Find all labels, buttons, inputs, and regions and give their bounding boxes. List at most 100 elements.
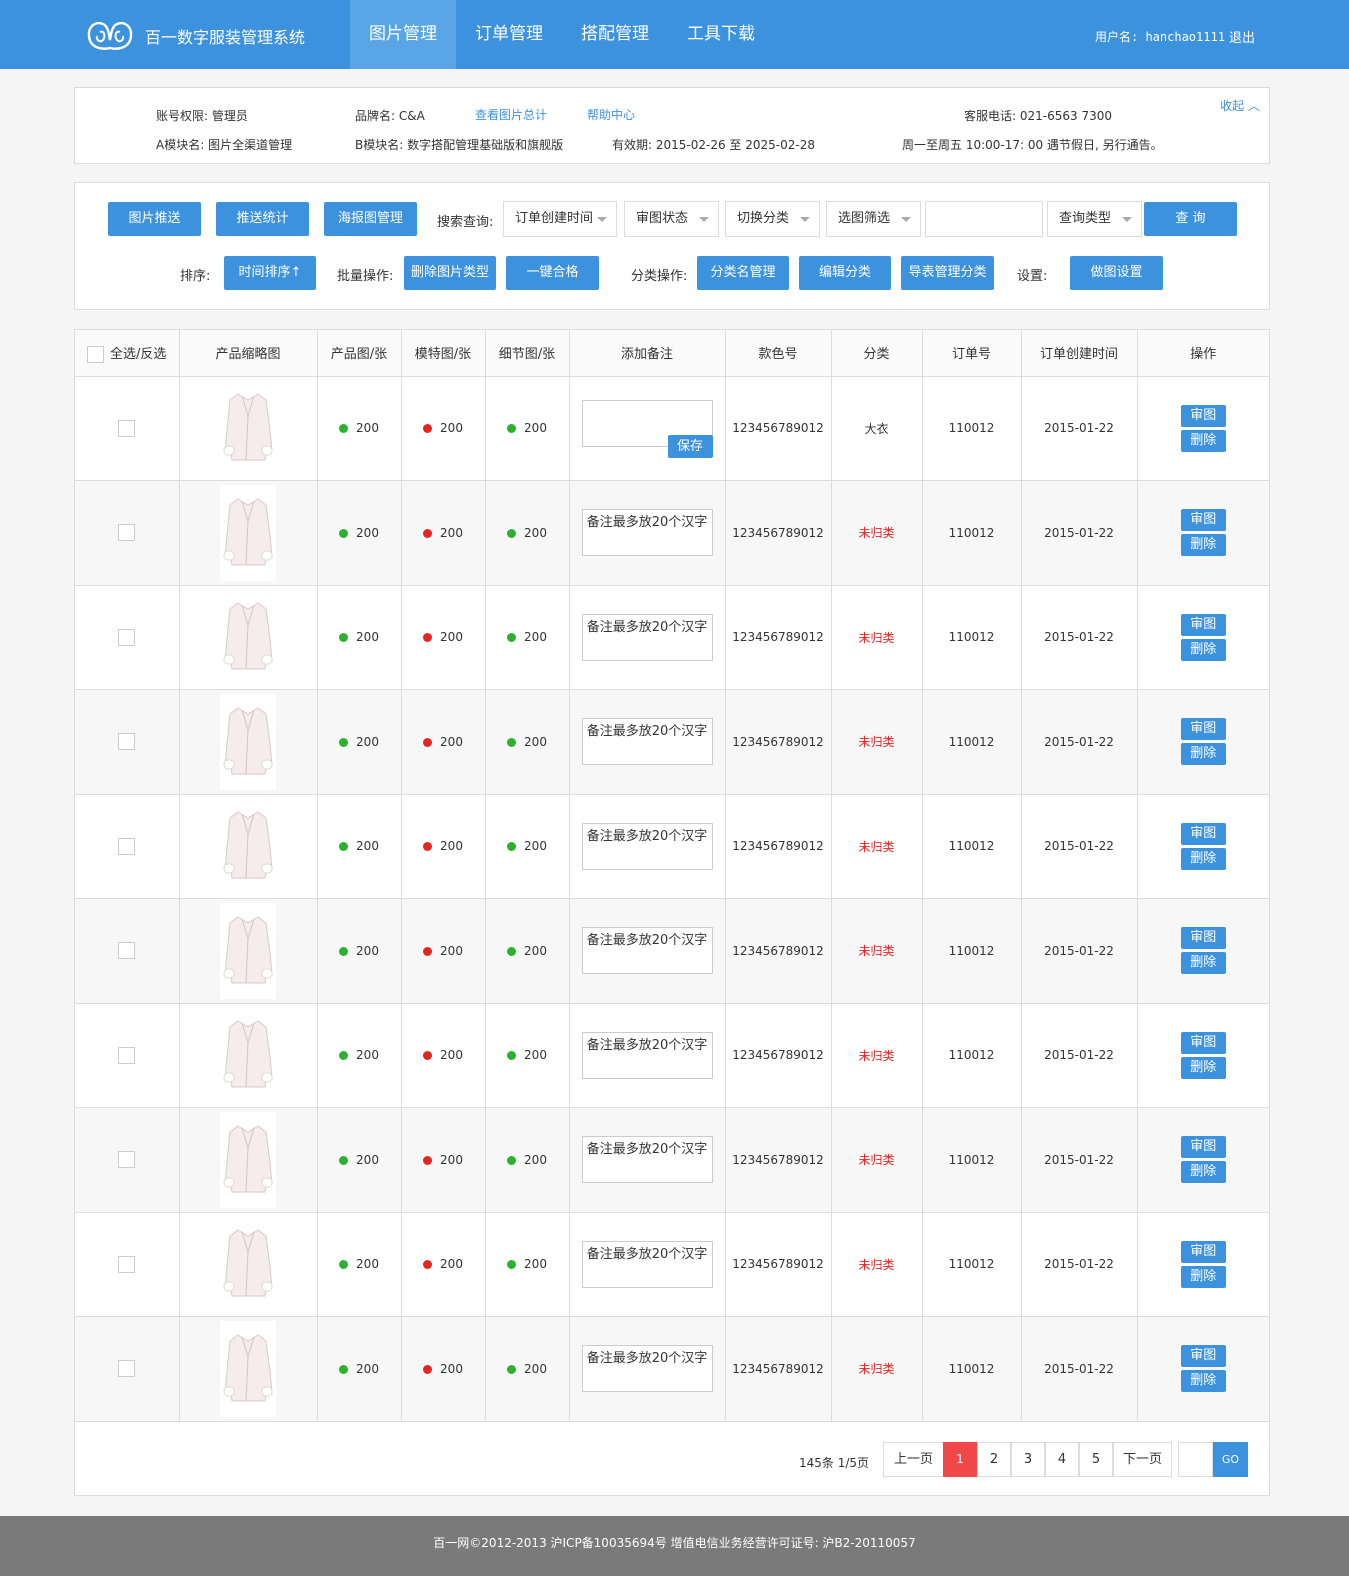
delete-button[interactable]: 删除 (1180, 847, 1226, 870)
help-center-link[interactable]: 帮助中心 (587, 106, 635, 123)
edit-category-button[interactable]: 编辑分类 (799, 256, 891, 290)
select-all-header[interactable]: 全选/反选 (75, 330, 180, 377)
model-count-cell: 200 (401, 689, 486, 795)
go-button[interactable]: GO (1213, 1442, 1248, 1477)
product-count-cell: 200 (317, 480, 402, 586)
query-button[interactable]: 查 询 (1144, 202, 1237, 236)
product-count-cell: 200 (317, 376, 402, 481)
order-date-cell: 2015-01-22 (1021, 1003, 1138, 1108)
delete-button[interactable]: 删除 (1180, 429, 1226, 452)
product-thumbnail[interactable] (220, 693, 276, 790)
review-button[interactable]: 审图 (1180, 822, 1226, 845)
model-count-cell: 200 (401, 376, 486, 481)
delete-button[interactable]: 删除 (1180, 1265, 1226, 1288)
note-input[interactable]: 备注最多放20个汉字 (581, 927, 713, 975)
delete-button[interactable]: 删除 (1180, 638, 1226, 661)
switch-category-select[interactable]: 切换分类 (725, 201, 820, 237)
collapse-button[interactable]: 收起 ︿ (1220, 97, 1260, 114)
row-checkbox[interactable] (118, 837, 136, 855)
nav-tool-download[interactable]: 工具下载 (668, 0, 774, 69)
note-input[interactable]: 保存 (581, 400, 713, 459)
page-jump-input[interactable] (1178, 1442, 1213, 1477)
note-input[interactable]: 备注最多放20个汉字 (581, 509, 713, 557)
next-page-button[interactable]: 下一页 (1113, 1442, 1172, 1477)
save-note-button[interactable]: 保存 (667, 435, 713, 459)
top-header: 百一数字服装管理系统 图片管理 订单管理 搭配管理 工具下载 用户名: hanc… (0, 0, 1349, 69)
review-status-select[interactable]: 审图状态 (624, 201, 719, 237)
order-time-select[interactable]: 订单创建时间 (503, 201, 617, 237)
prev-page-button[interactable]: 上一页 (883, 1442, 944, 1477)
delete-button[interactable]: 删除 (1180, 534, 1226, 557)
page-1-button[interactable]: 1 (943, 1442, 977, 1477)
note-input[interactable]: 备注最多放20个汉字 (581, 1240, 713, 1288)
status-dot-green-icon (339, 1155, 349, 1165)
push-stats-button[interactable]: 推送统计 (216, 202, 309, 236)
search-input[interactable] (925, 201, 1043, 237)
product-thumbnail[interactable] (220, 1320, 276, 1417)
row-checkbox[interactable] (118, 1255, 136, 1273)
review-button[interactable]: 审图 (1180, 1240, 1226, 1263)
page-2-button[interactable]: 2 (977, 1442, 1011, 1477)
export-category-button[interactable]: 导表管理分类 (901, 256, 994, 290)
product-thumbnail[interactable] (220, 1216, 276, 1313)
delete-button[interactable]: 删除 (1180, 1370, 1226, 1393)
product-thumbnail[interactable] (220, 380, 276, 477)
product-thumbnail[interactable] (220, 484, 276, 581)
product-thumbnail[interactable] (220, 1111, 276, 1208)
delete-button[interactable]: 删除 (1180, 743, 1226, 766)
delete-button[interactable]: 删除 (1180, 952, 1226, 975)
logout-link[interactable]: 退出 (1229, 27, 1255, 46)
row-checkbox[interactable] (118, 1046, 136, 1064)
review-button[interactable]: 审图 (1180, 718, 1226, 741)
row-checkbox[interactable] (118, 524, 136, 542)
table-row: 200 200 200 备注最多放20个汉字 123456789012 未归类 110012… (75, 1212, 1269, 1317)
note-input[interactable]: 备注最多放20个汉字 (581, 613, 713, 661)
image-filter-select[interactable]: 选图筛选 (826, 201, 921, 237)
note-input[interactable]: 备注最多放20个汉字 (581, 1136, 713, 1184)
delete-button[interactable]: 删除 (1180, 1161, 1226, 1184)
review-button[interactable]: 审图 (1180, 404, 1226, 427)
select-all-checkbox[interactable] (87, 345, 105, 363)
row-checkbox[interactable] (118, 419, 136, 437)
note-input[interactable]: 备注最多放20个汉字 (581, 1345, 713, 1393)
row-checkbox[interactable] (118, 942, 136, 960)
delete-button[interactable]: 删除 (1180, 1056, 1226, 1079)
note-input[interactable]: 备注最多放20个汉字 (581, 1031, 713, 1079)
product-thumbnail[interactable] (220, 798, 276, 895)
image-push-button[interactable]: 图片推送 (108, 202, 201, 236)
time-sort-button[interactable]: 时间排序↑ (224, 256, 316, 290)
product-thumbnail[interactable] (220, 589, 276, 686)
review-button[interactable]: 审图 (1180, 1031, 1226, 1054)
image-settings-button[interactable]: 做图设置 (1070, 256, 1163, 290)
nav-order-management[interactable]: 订单管理 (456, 0, 562, 69)
category-name-button[interactable]: 分类名管理 (697, 256, 789, 290)
row-checkbox[interactable] (118, 628, 136, 646)
view-image-total-link[interactable]: 查看图片总计 (475, 106, 547, 123)
row-checkbox[interactable] (118, 1360, 136, 1378)
page-4-button[interactable]: 4 (1045, 1442, 1079, 1477)
page-5-button[interactable]: 5 (1079, 1442, 1113, 1477)
review-button[interactable]: 审图 (1180, 1136, 1226, 1159)
nav-image-management[interactable]: 图片管理 (350, 0, 456, 69)
note-input[interactable]: 备注最多放20个汉字 (581, 718, 713, 766)
status-dot-red-icon (423, 1155, 433, 1165)
query-type-select[interactable]: 查询类型 (1047, 201, 1142, 237)
review-button[interactable]: 审图 (1180, 509, 1226, 532)
review-button[interactable]: 审图 (1180, 1345, 1226, 1368)
one-click-pass-button[interactable]: 一键合格 (506, 256, 599, 290)
product-thumbnail[interactable] (220, 1007, 276, 1104)
row-checkbox[interactable] (118, 1151, 136, 1169)
review-button[interactable]: 审图 (1180, 927, 1226, 950)
product-thumbnail[interactable] (220, 902, 276, 999)
page-3-button[interactable]: 3 (1011, 1442, 1045, 1477)
sku-cell: 123456789012 (725, 794, 832, 899)
delete-image-type-button[interactable]: 删除图片类型 (404, 256, 496, 290)
model-count-cell: 200 (401, 898, 486, 1004)
status-dot-green-icon (339, 842, 349, 852)
review-button[interactable]: 审图 (1180, 613, 1226, 636)
poster-management-button[interactable]: 海报图管理 (324, 202, 417, 236)
account-info-panel: 账号权限: 管理员 品牌名: C&A 查看图片总计 帮助中心 客服电话: 021… (74, 87, 1270, 164)
nav-matching-management[interactable]: 搭配管理 (562, 0, 668, 69)
note-input[interactable]: 备注最多放20个汉字 (581, 822, 713, 870)
row-checkbox[interactable] (118, 733, 136, 751)
